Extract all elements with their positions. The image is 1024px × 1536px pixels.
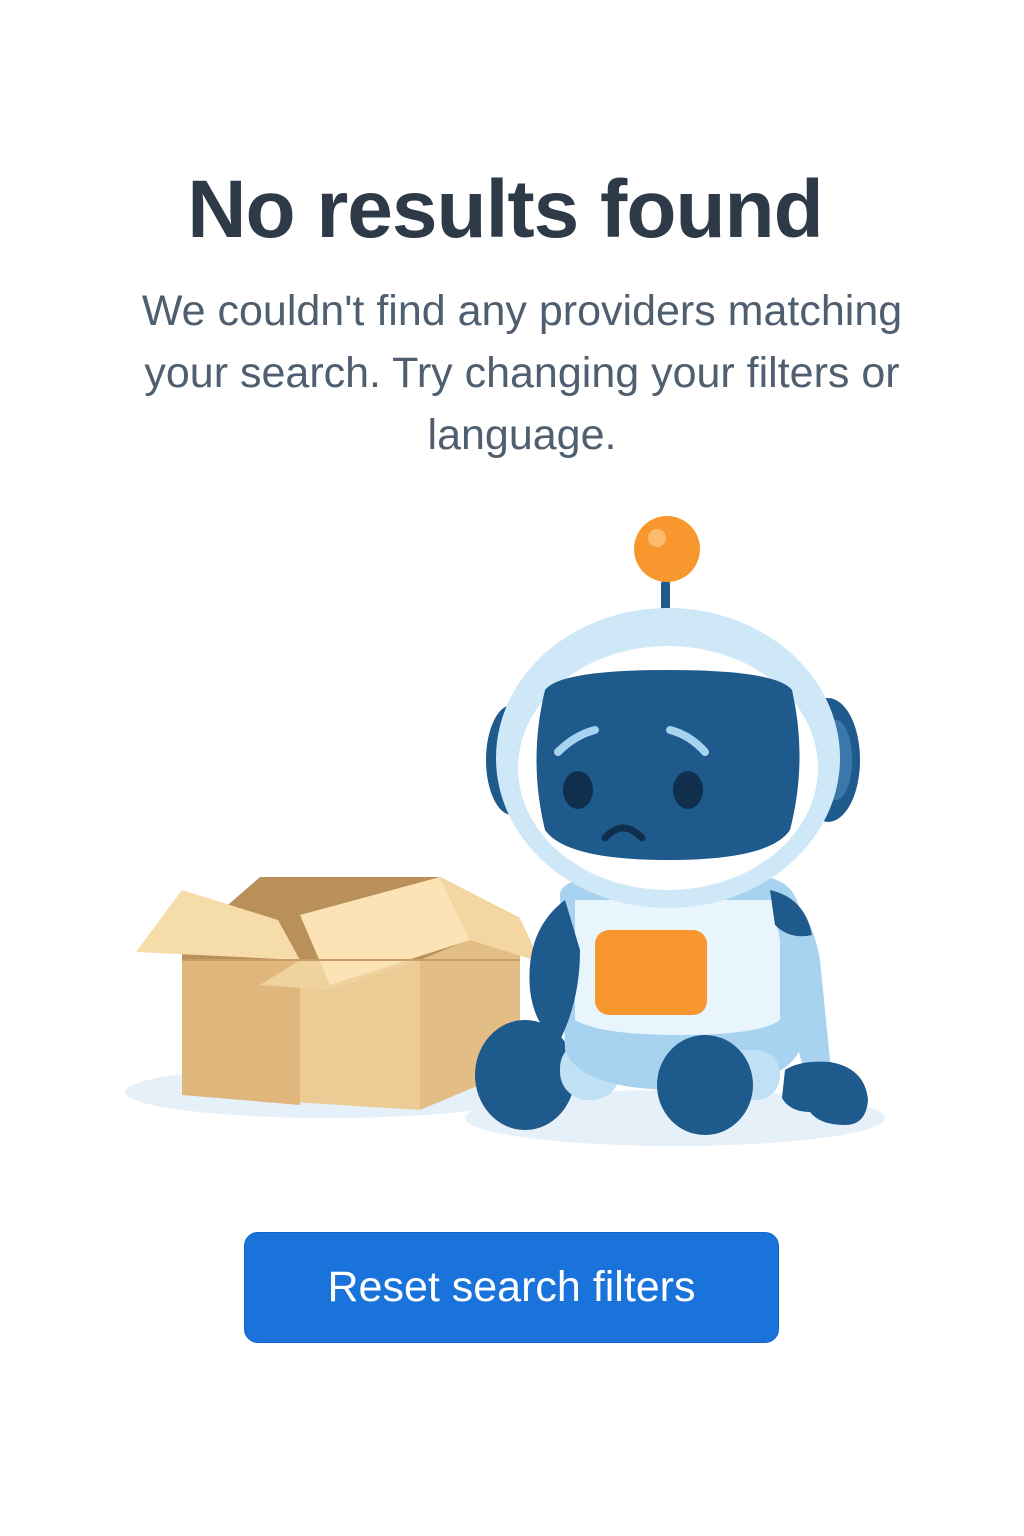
- empty-state-message: We couldn't find any providers matching …: [141, 287, 903, 459]
- empty-state-page: No results found We couldn't find any pr…: [0, 0, 1024, 1536]
- reset-search-filters-button[interactable]: Reset search filters: [244, 1232, 779, 1343]
- sad-robot-icon: [475, 516, 868, 1135]
- page-title: No results found: [187, 164, 823, 255]
- empty-state-illustration: [0, 500, 1024, 1180]
